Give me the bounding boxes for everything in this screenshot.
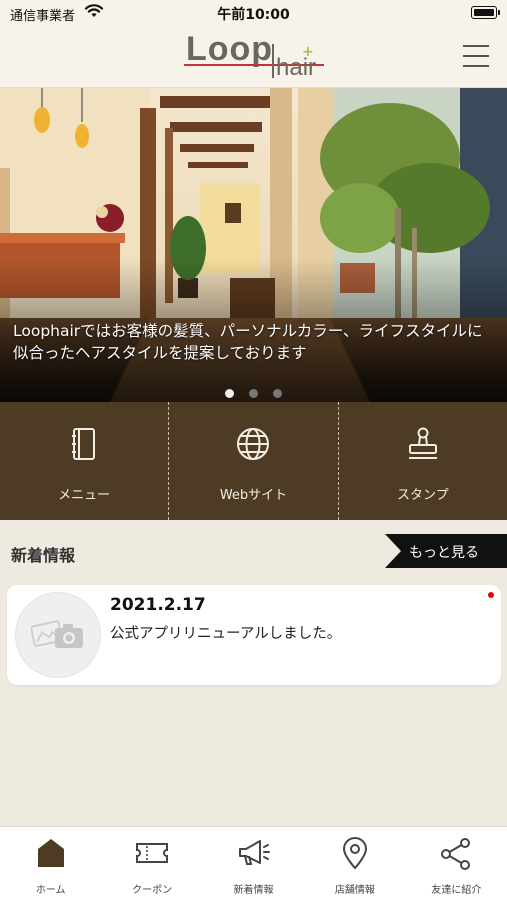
slider-dots	[0, 383, 507, 402]
logo-divider	[272, 44, 274, 78]
hamburger-icon[interactable]	[463, 42, 489, 70]
app-header: Loop + hair	[0, 26, 507, 88]
quick-menu-website[interactable]: Webサイト	[169, 402, 339, 520]
ticket-icon	[134, 837, 170, 873]
slider-dot-3[interactable]	[273, 389, 283, 398]
tab-coupon[interactable]: クーポン	[101, 827, 202, 900]
globe-icon	[235, 426, 271, 466]
news-date: 2021.2.17	[110, 595, 206, 615]
hero-slider[interactable]: Loophairではお客様の髪質、パーソナルカラー、ライフスタイルに似合ったヘア…	[0, 88, 507, 402]
map-pin-icon	[340, 837, 370, 875]
news-heading: 新着情報	[11, 546, 76, 565]
news-title: 公式アプリリニューアルしました。	[110, 626, 342, 642]
tab-refer-friend[interactable]: 友達に紹介	[406, 827, 507, 900]
see-more-label: もっと見る	[409, 545, 479, 561]
tab-home[interactable]: ホーム	[0, 827, 101, 900]
quick-menu-label: スタンプ	[397, 488, 449, 503]
see-more-button[interactable]: もっと見る	[385, 534, 507, 568]
loop-hair-logo[interactable]: Loop + hair	[184, 30, 334, 84]
news-item[interactable]: 2021.2.17 公式アプリリニューアルしました。	[7, 585, 501, 685]
status-bar: 通信事業者 午前10:00	[0, 0, 507, 26]
logo-sub-text: hair	[276, 54, 317, 81]
tab-label: ホーム	[35, 885, 66, 896]
news-thumbnail	[15, 592, 101, 678]
quick-menu-label: Webサイト	[219, 488, 288, 503]
stamp-icon	[405, 426, 441, 466]
quick-menu-menu[interactable]: メニュー	[0, 402, 170, 520]
share-icon	[439, 837, 473, 875]
tab-store-info[interactable]: 店舗情報	[304, 827, 405, 900]
quick-menu-label: メニュー	[58, 488, 111, 503]
tab-label: 新着情報	[233, 885, 274, 896]
unread-indicator	[488, 592, 494, 598]
quick-menu: メニュー Webサイト スタンプ	[0, 402, 507, 520]
tab-label: 友達に紹介	[431, 885, 482, 896]
slider-dot-1[interactable]	[224, 389, 234, 398]
news-section-header: 新着情報 もっと見る	[0, 520, 507, 580]
bottom-tab-bar: ホーム クーポン 新着情報 店舗情報 友達に紹介	[0, 826, 507, 900]
battery-icon	[471, 6, 497, 19]
hero-caption: Loophairではお客様の髪質、パーソナルカラー、ライフスタイルに似合ったヘア…	[13, 322, 483, 362]
notebook-icon	[69, 426, 99, 466]
megaphone-icon	[236, 837, 272, 873]
quick-menu-stamp[interactable]: スタンプ	[339, 402, 507, 520]
slider-dot-2[interactable]	[249, 389, 258, 398]
home-icon	[36, 837, 66, 873]
tab-label: 店舗情報	[334, 885, 375, 896]
clock: 午前10:00	[217, 7, 290, 23]
battery-tip	[498, 10, 500, 15]
tab-news[interactable]: 新着情報	[203, 827, 304, 900]
camera-placeholder-icon	[31, 620, 83, 648]
tab-label: クーポン	[132, 885, 173, 896]
